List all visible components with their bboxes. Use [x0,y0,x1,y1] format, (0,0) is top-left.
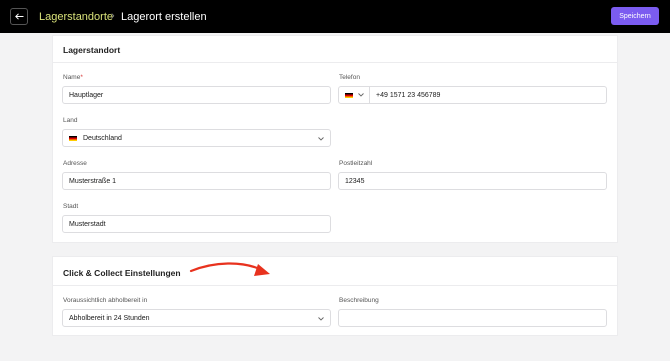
address-label: Adresse [63,160,87,167]
divider [53,285,617,286]
country-code-select[interactable] [339,87,370,103]
country-value: Deutschland [83,134,122,142]
postal-code-value: 12345 [345,177,365,185]
country-label: Land [63,117,78,124]
chevron-right-icon: › [111,10,115,22]
description-label: Beschreibung [339,297,379,304]
de-flag-icon [344,92,353,98]
address-value: Musterstraße 1 [69,177,117,185]
name-field[interactable]: Hauptlager [62,86,331,104]
annotation-arrow-icon [189,262,270,276]
pickup-ready-label: Voraussichtlich abholbereit in [63,297,148,304]
pickup-ready-select[interactable]: Abholbereit in 24 Stunden [62,309,331,327]
phone-field[interactable]: +49 1571 23 456789 [338,86,607,104]
save-button[interactable]: Speichern [611,7,659,25]
section-title-location: Lagerstandort [63,45,121,55]
chevron-down-icon [357,93,364,97]
divider [53,62,617,63]
top-bar: Lagerstandorte › Lagerort erstellen Spei… [0,0,670,33]
name-value: Hauptlager [69,91,104,99]
de-flag-icon [69,135,77,141]
address-field[interactable]: Musterstraße 1 [62,172,331,190]
postal-code-label: Postleitzahl [339,160,373,167]
section-title-click-collect: Click & Collect Einstellungen [63,268,181,278]
city-field[interactable]: Musterstadt [62,215,331,233]
arrow-left-icon [14,13,23,20]
back-button[interactable] [10,8,28,25]
breadcrumb-parent-link[interactable]: Lagerstandorte [39,10,113,24]
chevron-down-icon [318,137,324,141]
postal-code-field[interactable]: 12345 [338,172,607,190]
chevron-down-icon [318,317,324,321]
page-title: Lagerort erstellen [121,11,207,23]
description-field[interactable] [338,309,607,327]
country-select[interactable]: Deutschland [62,129,331,147]
pickup-ready-value: Abholbereit in 24 Stunden [69,314,150,322]
city-value: Musterstadt [69,220,106,228]
name-label: Name* [63,74,83,81]
phone-label: Telefon [339,74,360,81]
phone-value: +49 1571 23 456789 [376,91,441,99]
city-label: Stadt [63,203,79,210]
